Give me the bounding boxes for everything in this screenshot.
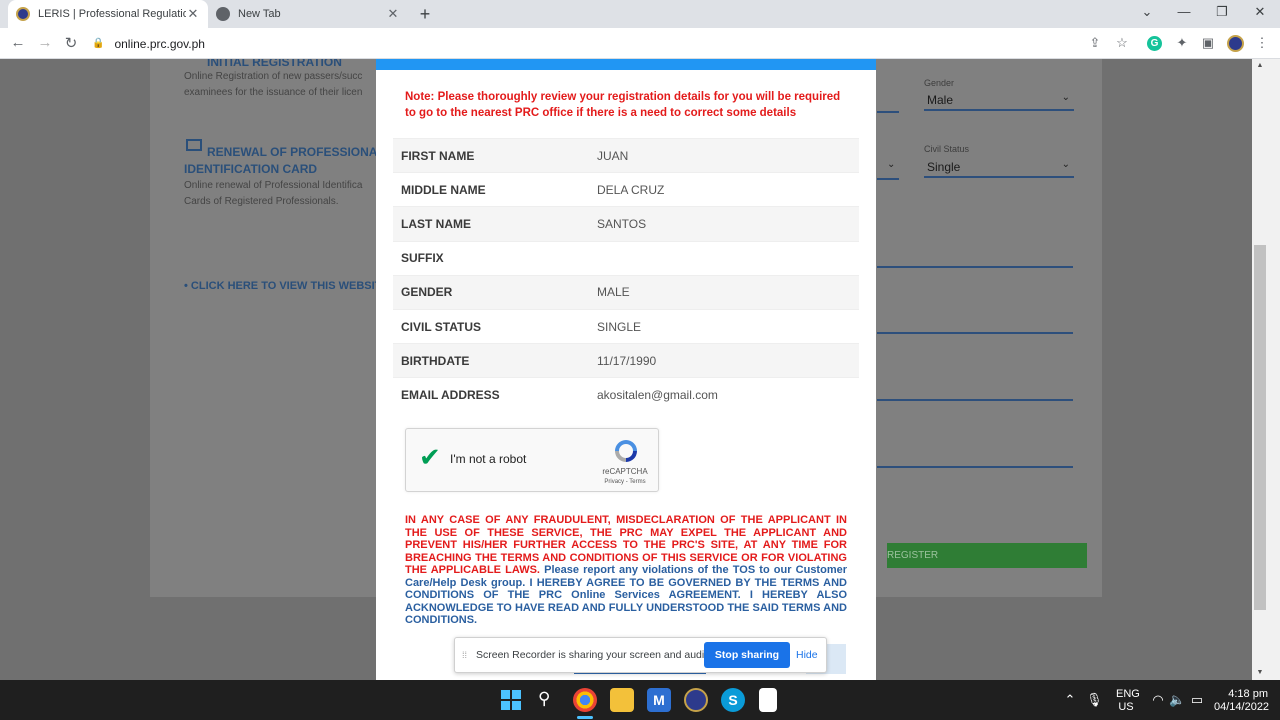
tab-title: New Tab xyxy=(238,8,281,20)
detail-row-email: EMAIL ADDRESS akositalen@gmail.com xyxy=(393,377,859,411)
detail-row-first-name: FIRST NAME JUAN xyxy=(393,138,859,173)
terms-and-conditions: IN ANY CASE OF ANY FRAUDULENT, MISDECLAR… xyxy=(405,514,847,627)
stop-sharing-button[interactable]: Stop sharing xyxy=(704,642,790,668)
detail-row-middle-name: MIDDLE NAME DELA CRUZ xyxy=(393,172,859,206)
text-field-underline[interactable] xyxy=(877,332,1073,334)
field-underline xyxy=(877,178,899,180)
scroll-down-icon[interactable]: ▼ xyxy=(1255,669,1265,676)
initial-registration-heading[interactable]: INITIAL REGISTRATION xyxy=(207,59,342,69)
profile-avatar[interactable] xyxy=(1227,35,1244,52)
chrome-icon xyxy=(216,7,230,21)
close-window-icon[interactable]: ✕ xyxy=(1250,4,1270,20)
chevron-down-icon: ⌄ xyxy=(1061,159,1070,170)
recaptcha-logo-icon xyxy=(615,440,637,462)
scrollbar-thumb[interactable] xyxy=(1254,245,1266,610)
recaptcha-label: I'm not a robot xyxy=(450,452,527,466)
registration-details-table: FIRST NAME JUAN MIDDLE NAME DELA CRUZ LAST… xyxy=(393,138,859,412)
close-tab-icon[interactable]: ✕ xyxy=(386,6,400,22)
screen-share-message: Screen Recorder is sharing your screen a… xyxy=(476,649,713,661)
hide-button[interactable]: Hide xyxy=(796,649,818,661)
tab-new-tab[interactable]: New Tab ✕ xyxy=(208,0,408,28)
file-explorer-icon[interactable] xyxy=(610,688,634,712)
back-arrow-icon[interactable]: ← xyxy=(9,34,27,51)
language-indicator[interactable]: ENG US xyxy=(1116,688,1140,714)
field-underline xyxy=(877,111,899,113)
tab-search-chevron-icon[interactable]: ⌄ xyxy=(1137,4,1157,20)
view-website-link[interactable]: • CLICK HERE TO VIEW THIS WEBSIT xyxy=(184,280,381,292)
tab-leris[interactable]: LERIS | Professional Regulation C ✕ xyxy=(8,0,208,28)
review-note: Note: Please thoroughly review your regi… xyxy=(405,91,841,119)
recaptcha-privacy-terms[interactable]: Privacy - Terms xyxy=(590,479,660,485)
minimize-icon[interactable]: — xyxy=(1174,4,1194,19)
url-text: online.prc.gov.ph xyxy=(114,36,205,51)
gender-select[interactable]: Male ⌄ xyxy=(924,89,1074,111)
search-icon[interactable]: ⚲ xyxy=(538,689,550,709)
chrome-taskbar-icon[interactable] xyxy=(573,688,597,712)
extensions-puzzle-icon[interactable]: ✦ xyxy=(1173,35,1191,51)
detail-row-civil-status: CIVIL STATUS SINGLE xyxy=(393,308,859,343)
detail-row-suffix: SUFFIX xyxy=(393,240,859,275)
tab-title: LERIS | Professional Regulation C xyxy=(38,8,186,20)
forward-arrow-icon[interactable]: → xyxy=(36,34,54,51)
wifi-icon[interactable]: ◠ xyxy=(1150,692,1166,708)
registration-review-modal: Note: Please thoroughly review your regi… xyxy=(376,59,876,680)
id-card-icon xyxy=(186,139,202,151)
gender-label: Gender xyxy=(924,78,955,88)
plus-icon[interactable]: + xyxy=(415,4,435,25)
screen-share-notification: ⁞⁞ Screen Recorder is sharing your scree… xyxy=(454,637,827,673)
show-hidden-icons-chevron-icon[interactable]: ⌃ xyxy=(1062,692,1078,708)
microphone-icon[interactable]: 🎙 xyxy=(1086,692,1103,708)
detail-row-gender: GENDER MALE xyxy=(393,274,859,309)
renewal-heading-line2[interactable]: IDENTIFICATION CARD xyxy=(184,162,317,176)
detail-row-last-name: LAST NAME SANTOS xyxy=(393,206,859,241)
maximize-icon[interactable]: ❐ xyxy=(1212,4,1232,20)
chevron-down-icon: ⌄ xyxy=(887,159,896,170)
text-field-underline[interactable] xyxy=(877,466,1073,468)
active-app-indicator xyxy=(577,716,593,719)
tab-strip: LERIS | Professional Regulation C ✕ New … xyxy=(0,0,1280,28)
chevron-down-icon: ⌄ xyxy=(1061,92,1070,103)
windows-start-icon[interactable] xyxy=(501,690,521,710)
text-field-underline[interactable] xyxy=(877,399,1073,401)
grammarly-extension-icon[interactable]: G xyxy=(1147,36,1162,51)
civil-status-select[interactable]: Single ⌄ xyxy=(924,156,1074,178)
skype-icon[interactable]: S xyxy=(721,688,745,712)
share-icon[interactable]: ⇪ xyxy=(1086,35,1104,51)
prc-seal-icon xyxy=(16,7,30,21)
renewal-heading-line1[interactable]: RENEWAL OF PROFESSIONAL xyxy=(207,145,385,159)
scroll-up-icon[interactable]: ▲ xyxy=(1255,62,1265,69)
reload-icon[interactable]: ↻ xyxy=(62,34,80,52)
windows-taskbar: ⚲ M S ⌃ 🎙 ENG US ◠ 🔈 ▭ 4:18 pm 04/14/202… xyxy=(0,680,1280,720)
side-panel-icon[interactable]: ▣ xyxy=(1199,35,1217,51)
prc-app-icon[interactable] xyxy=(684,688,708,712)
browser-toolbar: ← → ↻ 🔒 online.prc.gov.ph ⇪ ☆ G ✦ ▣ ⋮ xyxy=(0,28,1280,59)
lock-icon: 🔒 xyxy=(92,38,105,49)
malwarebytes-icon[interactable]: M xyxy=(647,688,671,712)
text-field-underline[interactable] xyxy=(877,266,1073,268)
register-button[interactable]: REGISTER xyxy=(887,543,1087,568)
clock[interactable]: 4:18 pm 04/14/2022 xyxy=(1214,688,1269,714)
renewal-desc: Online renewal of Professional Identific… xyxy=(184,180,363,207)
civil-status-label: Civil Status xyxy=(924,144,970,154)
modal-header-bar xyxy=(376,59,876,70)
battery-icon[interactable]: ▭ xyxy=(1189,692,1205,708)
recaptcha-widget[interactable]: ✔ I'm not a robot reCAPTCHA Privacy - Te… xyxy=(405,428,659,492)
menu-kebab-icon[interactable]: ⋮ xyxy=(1253,35,1271,51)
notepad-icon[interactable] xyxy=(759,688,777,712)
close-tab-icon[interactable]: ✕ xyxy=(186,6,200,22)
bookmark-star-icon[interactable]: ☆ xyxy=(1113,35,1131,51)
address-bar[interactable]: 🔒 online.prc.gov.ph xyxy=(92,31,1132,56)
recaptcha-brand: reCAPTCHA xyxy=(602,467,648,476)
volume-icon[interactable]: 🔈 xyxy=(1169,692,1185,708)
checkmark-icon[interactable]: ✔ xyxy=(419,443,441,471)
initial-registration-desc: Online Registration of new passers/succ … xyxy=(184,71,363,98)
detail-row-birthdate: BIRTHDATE 11/17/1990 xyxy=(393,343,859,378)
drag-handle-icon[interactable]: ⁞⁞ xyxy=(462,650,467,660)
